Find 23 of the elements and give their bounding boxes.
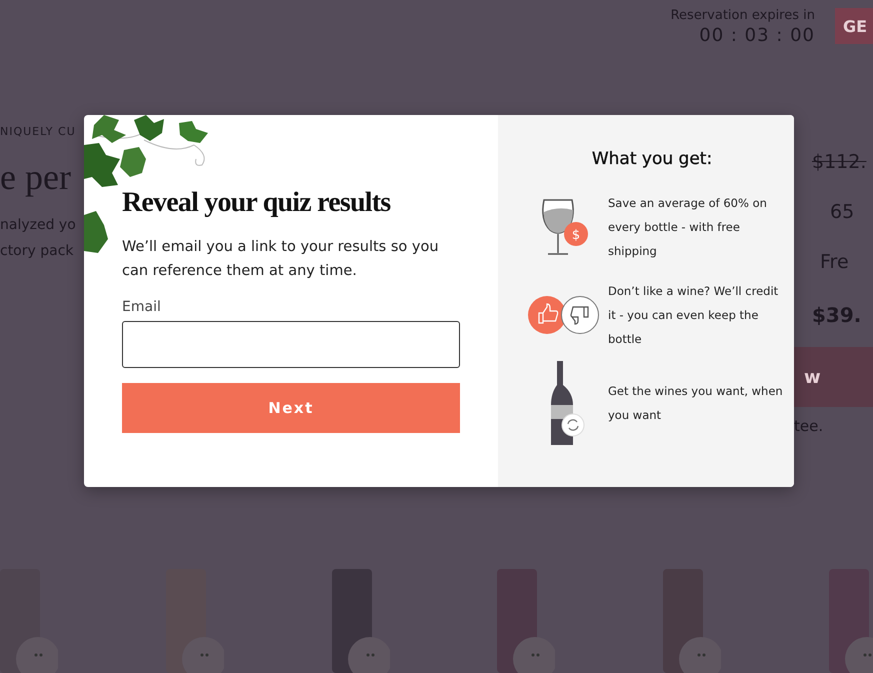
benefit-text: Don’t like a wine? We’ll credit it - you can even keep the bottle xyxy=(608,283,780,348)
guarantee-text: tee. xyxy=(794,417,824,435)
next-button[interactable]: Next xyxy=(122,383,460,433)
original-price: $112. xyxy=(812,151,866,173)
price-row-text: Fre xyxy=(819,251,849,273)
total-price: $39. xyxy=(812,303,862,327)
benefit-text: Get the wines you want, when you want xyxy=(608,383,784,424)
price-row-text: 65 xyxy=(829,201,854,223)
get-button[interactable]: GE xyxy=(835,8,873,44)
email-field[interactable] xyxy=(122,321,460,368)
benefits-title: What you get: xyxy=(590,149,714,169)
email-label: Email xyxy=(122,299,162,315)
modal-description: We’ll email you a link to your results so you can reference them at any time. xyxy=(122,238,440,281)
benefit-text: Save an average of 60% on every bottle - with free shipping xyxy=(608,195,768,260)
reservation-label: Reservation expires in xyxy=(670,8,815,23)
page-heading: e per xyxy=(0,156,72,198)
order-button[interactable]: w xyxy=(794,347,873,407)
intro-text: ctory pack xyxy=(0,242,75,261)
thumbs-up-down-icon xyxy=(527,295,601,335)
intro-text: nalyzed yo xyxy=(0,216,77,235)
eyebrow-text: NIQUELY CU xyxy=(0,125,77,138)
modal-title: Reveal your quiz results xyxy=(122,187,392,219)
countdown-timer: 00 : 03 : 00 xyxy=(699,25,815,46)
